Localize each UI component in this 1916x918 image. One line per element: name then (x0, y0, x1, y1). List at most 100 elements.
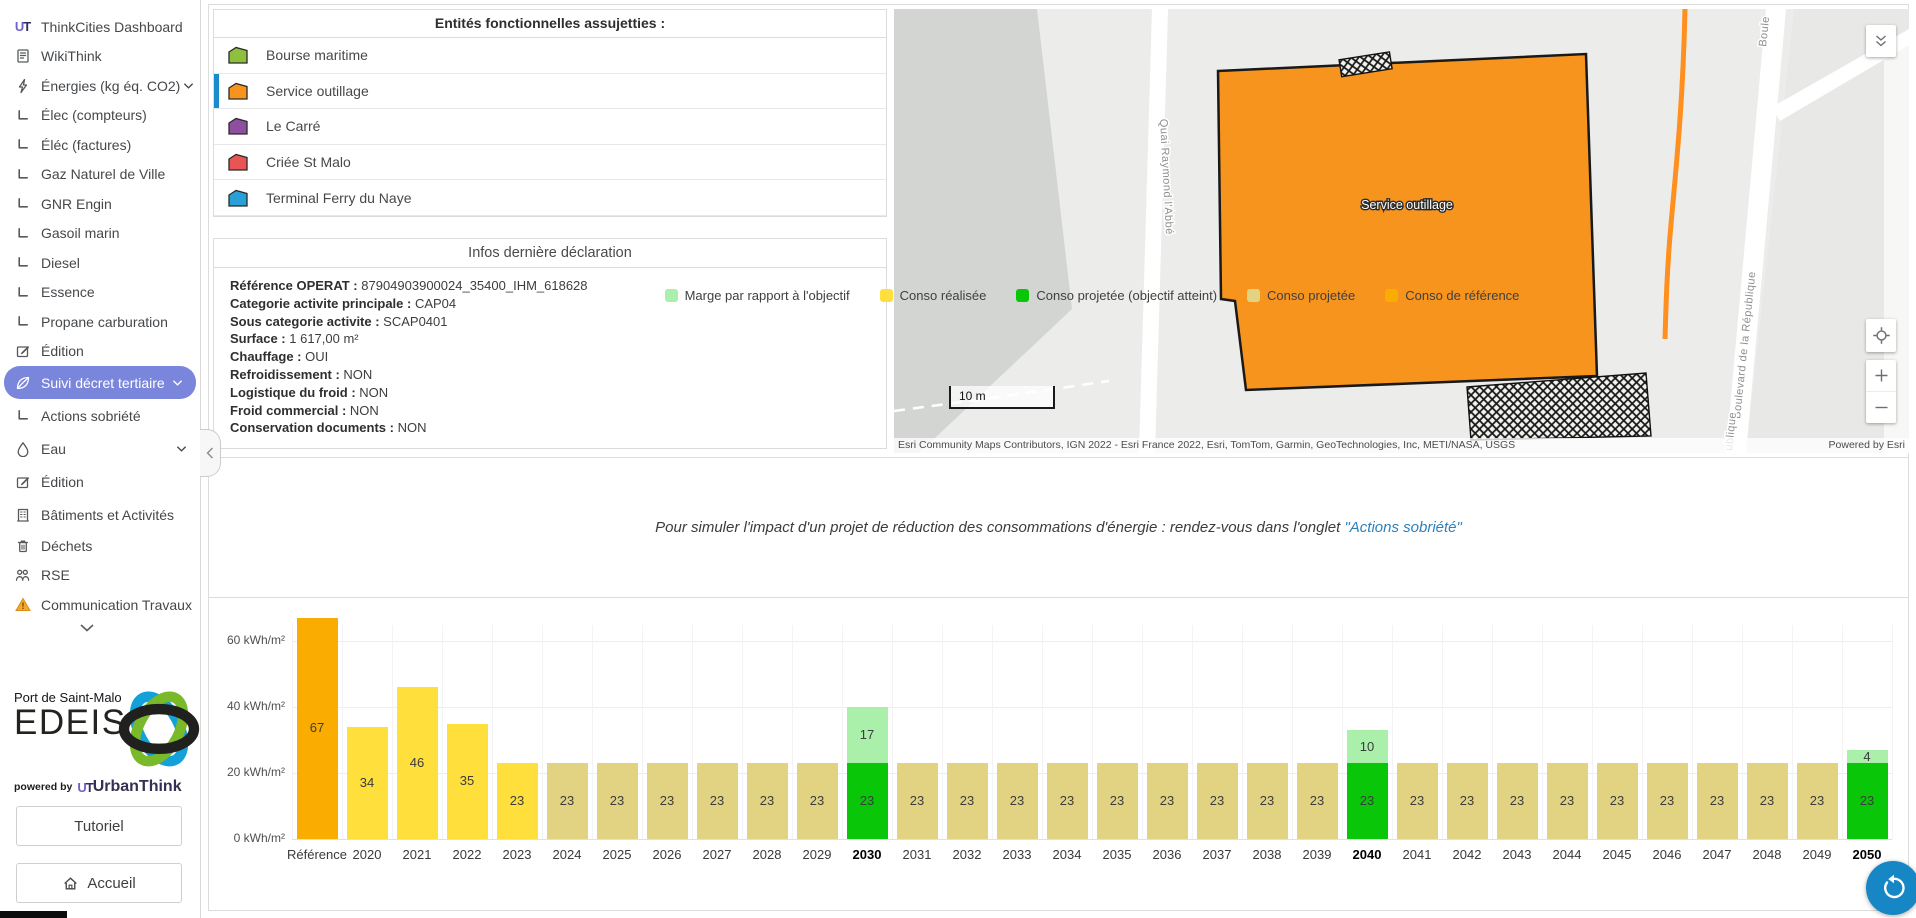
sidebar-item-label: Édition (41, 343, 84, 360)
gridline (942, 625, 943, 839)
chevron-left-icon (206, 447, 213, 459)
home-button[interactable]: Accueil (16, 863, 182, 903)
sidebar-item-thinkcities-dashboard[interactable]: UT ThinkCities Dashboard (0, 12, 200, 42)
sidebar-item-actions-sobri-t[interactable]: Actions sobriété (0, 399, 200, 432)
legend-item-reference[interactable]: Conso de référence (1385, 288, 1519, 303)
zoom-out-button[interactable] (1866, 391, 1896, 423)
gridline (1892, 625, 1893, 839)
gridline (1542, 625, 1543, 839)
bar-value-label: 23 (1109, 793, 1125, 809)
sidebar-item-diesel[interactable]: Diesel (0, 248, 200, 278)
gridline (342, 625, 343, 839)
bar-value-label: 67 (309, 720, 325, 736)
polygon-label: Service outillage (1361, 198, 1453, 212)
sidebar-expand-chevron[interactable] (72, 623, 102, 633)
sidebar-item-dition[interactable]: Édition (0, 465, 200, 498)
gridline (1792, 625, 1793, 839)
panel-collapse-tab[interactable] (200, 429, 221, 477)
sidebar-item-propane-carburation[interactable]: Propane carburation (0, 307, 200, 337)
actions-sobriete-link[interactable]: "Actions sobriété" (1344, 519, 1461, 536)
home-icon (64, 876, 78, 890)
map-scale-label: 10 m (959, 389, 986, 403)
entity-polygon-swatch (227, 188, 250, 208)
map[interactable]: Quai Raymond l'Abbé Boulevard de la Répu… (894, 9, 1909, 453)
entity-row-cri-e-st-malo[interactable]: Criée St Malo (214, 145, 886, 181)
entity-row-service-outillage[interactable]: Service outillage (214, 73, 886, 110)
tutorial-button[interactable]: Tutoriel (16, 806, 182, 846)
service-outillage-polygon[interactable] (1216, 52, 1599, 392)
gridline (842, 625, 843, 839)
refresh-icon (1884, 874, 1905, 899)
sub-level-icon (18, 410, 28, 420)
sidebar-item-label: Déchets (41, 537, 93, 554)
map-collapse-button[interactable] (1866, 25, 1896, 57)
map-attribution: Esri Community Maps Contributors, IGN 20… (894, 438, 1909, 453)
bar-value-label: 23 (1009, 793, 1025, 809)
bar-value-label: 17 (859, 727, 875, 743)
droplet-icon (17, 441, 28, 457)
entity-row-le-carr-[interactable]: Le Carré (214, 109, 886, 145)
y-axis-tick-label: 60 kWh/m² (226, 633, 285, 647)
sidebar-item-label: RSE (41, 567, 70, 584)
entity-polygon-swatch (227, 45, 250, 65)
sidebar-item-gaz-naturel-de-ville[interactable]: Gaz Naturel de Ville (0, 160, 200, 190)
legend-swatch (1385, 289, 1399, 302)
sidebar-item-communication-travaux[interactable]: Communication Travaux (0, 590, 200, 620)
sidebar-item-lec-compteurs[interactable]: Élec (compteurs) (0, 101, 200, 131)
legend-item-atteint[interactable]: Conso projetée (objectif atteint) (1016, 288, 1217, 303)
main-content: Entités fonctionnelles assujetties : Bou… (208, 4, 1909, 911)
bar-value-label: 23 (759, 793, 775, 809)
zoom-in-button[interactable] (1866, 360, 1896, 391)
gridline (1492, 625, 1493, 839)
sidebar-item-dition[interactable]: Édition (0, 337, 200, 367)
entity-label: Service outillage (266, 82, 369, 99)
sidebar-item-essence[interactable]: Essence (0, 278, 200, 308)
note-text: Pour simuler l'impact d'un projet de réd… (655, 518, 1345, 536)
legend-item-marge[interactable]: Marge par rapport à l'objectif (664, 288, 850, 303)
sidebar-item-gasoil-marin[interactable]: Gasoil marin (0, 219, 200, 249)
info-field-conservation-documents: Conservation documents : NON (230, 420, 427, 436)
refresh-button[interactable] (1866, 861, 1916, 915)
consumption-chart: 0 kWh/m² 20 kWh/m² 40 kWh/m² 60 kWh/m² 67 Réf… (209, 597, 1908, 910)
sidebar-item-label: Élec (compteurs) (41, 107, 147, 124)
sidebar-item-label: Diesel (41, 254, 80, 271)
sub-level-icon (18, 316, 28, 326)
map-locate-button[interactable] (1866, 319, 1896, 352)
gridline (1442, 625, 1443, 839)
entity-row-terminal-ferry-du-naye[interactable]: Terminal Ferry du Naye (214, 180, 886, 216)
sidebar-item-rse[interactable]: RSE (0, 561, 200, 591)
sidebar-item-nergies-kg-q-co2[interactable]: Énergies (kg éq. CO2) (0, 71, 200, 101)
sidebar: UT ThinkCities Dashboard WikiThink Énergies… (0, 0, 201, 918)
sidebar-item-d-chets[interactable]: Déchets (0, 531, 200, 561)
sub-level-icon (18, 168, 28, 179)
sidebar-item-suivi-d-cret-tertiaire[interactable]: Suivi décret tertiaire (4, 366, 196, 399)
sidebar-item-wikithink[interactable]: WikiThink (0, 42, 200, 72)
infos-panel-title: Infos dernière déclaration (214, 239, 886, 268)
entity-label: Bourse maritime (266, 47, 368, 64)
sidebar-item-label: WikiThink (41, 48, 102, 65)
edit-icon (16, 476, 29, 488)
legend-item-realisee[interactable]: Conso réalisée (879, 288, 986, 303)
bar-value-label: 23 (1359, 793, 1375, 809)
info-field-sous-categorie-activite: Sous categorie activite : SCAP0401 (230, 313, 448, 329)
simulation-note: Pour simuler l'impact d'un projet de réd… (209, 457, 1908, 597)
bar-value-label: 23 (709, 793, 725, 809)
gridline (1392, 625, 1393, 839)
sidebar-item-l-c-factures[interactable]: Éléc (factures) (0, 130, 200, 160)
sidebar-item-b-timents-et-activit-s[interactable]: Bâtiments et Activités (0, 498, 200, 531)
chevron-down-icon (80, 623, 94, 632)
bar-value-label: 34 (359, 774, 375, 790)
entities-panel-title: Entités fonctionnelles assujetties : (214, 10, 886, 38)
edit-icon (16, 346, 29, 358)
sidebar-item-label: Bâtiments et Activités (41, 506, 175, 523)
legend-item-projetee[interactable]: Conso projetée (1247, 288, 1355, 303)
sidebar-item-label: Gasoil marin (41, 225, 120, 242)
gridline (542, 625, 543, 839)
sidebar-item-gnr-engin[interactable]: GNR Engin (0, 189, 200, 219)
chart-legend: Marge par rapport à l'objectif Conso réal… (292, 288, 1892, 303)
gridline (592, 625, 593, 839)
entity-label: Criée St Malo (266, 154, 351, 171)
sidebar-item-label: Énergies (kg éq. CO2) (41, 77, 181, 94)
sidebar-item-eau[interactable]: Eau (0, 432, 200, 465)
entity-row-bourse-maritime[interactable]: Bourse maritime (214, 38, 886, 74)
